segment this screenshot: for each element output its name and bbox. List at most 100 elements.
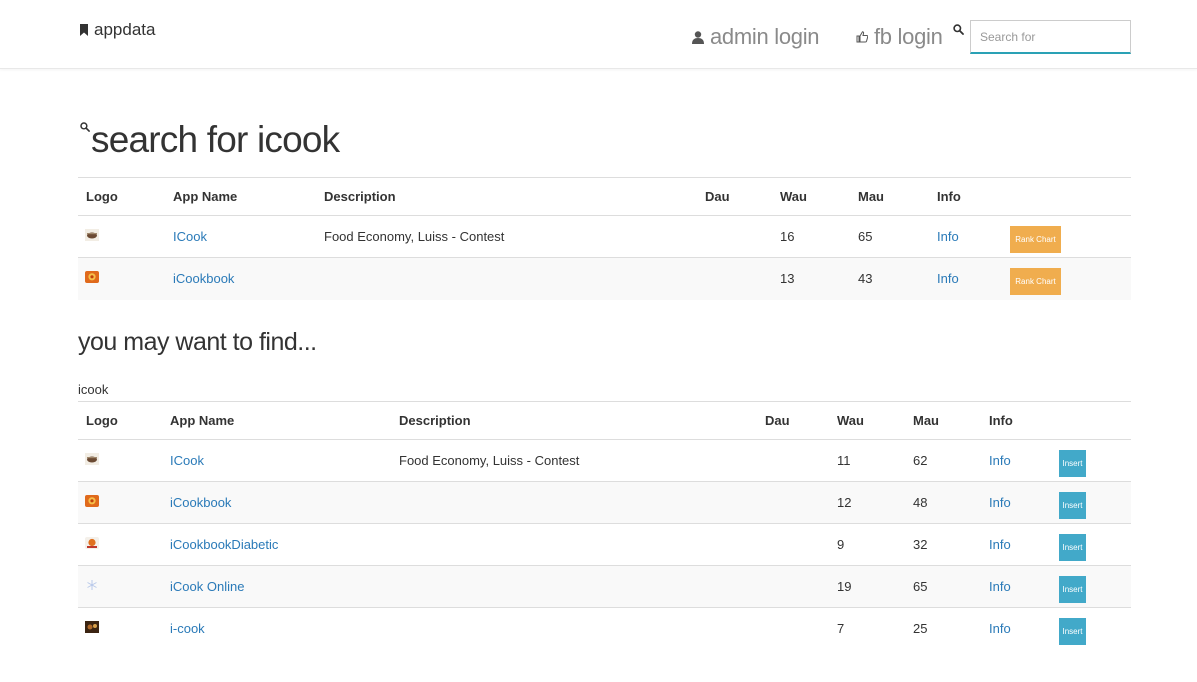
column-header: Wau — [772, 177, 850, 216]
search-icon — [953, 24, 964, 35]
fb-login-label: fb login — [874, 24, 943, 49]
info-link[interactable]: Info — [929, 215, 1002, 258]
column-header: Description — [316, 177, 697, 216]
app-name-link[interactable]: ICook — [162, 439, 391, 482]
column-header: Info — [981, 401, 1051, 440]
insert-button[interactable]: Insert — [1059, 617, 1086, 645]
column-header: Wau — [829, 401, 905, 440]
app-name-link[interactable]: iCookbook — [162, 481, 391, 524]
rank-chart-button[interactable]: Rank Chart — [1010, 225, 1061, 253]
table-row: i-cook 7 25 Info Insert — [78, 607, 1131, 650]
dau-cell — [697, 257, 772, 300]
app-name-link[interactable]: ICook — [165, 215, 316, 258]
brand-link[interactable]: appdata — [80, 20, 155, 40]
table-row: iCook Online 19 65 Info Insert — [78, 565, 1131, 608]
table-row: iCookbook 13 43 Info Rank Chart — [78, 257, 1131, 300]
table-row: iCookbook 12 48 Info Insert — [78, 481, 1131, 524]
fb-login-link[interactable]: fb login — [856, 24, 943, 50]
icookbook-diabetic-logo-icon — [85, 537, 99, 549]
search-results-table: Logo App Name Description Dau Wau Mau In… — [78, 177, 1131, 300]
column-header: Dau — [757, 401, 829, 440]
description-cell: Food Economy, Luiss - Contest — [316, 215, 697, 258]
insert-button[interactable]: Insert — [1059, 575, 1086, 603]
description-cell — [391, 565, 757, 608]
page-title: search for icook — [91, 119, 340, 160]
column-header: Description — [391, 401, 757, 440]
wau-cell: 9 — [829, 523, 905, 566]
insert-button[interactable]: Insert — [1059, 533, 1086, 561]
insert-button[interactable]: Insert — [1059, 449, 1086, 477]
table-header-row: Logo App Name Description Dau Wau Mau In… — [78, 177, 1131, 216]
brand-label: appdata — [94, 20, 156, 39]
dau-cell — [757, 607, 829, 650]
dau-cell — [757, 523, 829, 566]
app-name-link[interactable]: iCookbook — [165, 257, 316, 300]
column-header — [1002, 177, 1131, 216]
thumbs-up-icon — [856, 31, 868, 43]
column-header: Mau — [905, 401, 981, 440]
query-label: icook — [78, 382, 109, 397]
mau-cell: 48 — [905, 481, 981, 524]
mau-cell: 32 — [905, 523, 981, 566]
info-link[interactable]: Info — [929, 257, 1002, 300]
table-header-row: Logo App Name Description Dau Wau Mau In… — [78, 401, 1131, 440]
table-row: ICook Food Economy, Luiss - Contest 16 6… — [78, 215, 1131, 258]
admin-login-label: admin login — [710, 24, 820, 49]
search-input[interactable] — [970, 20, 1131, 54]
dau-cell — [697, 215, 772, 258]
wau-cell: 7 — [829, 607, 905, 650]
wau-cell: 13 — [772, 257, 850, 300]
dau-cell — [757, 565, 829, 608]
mau-cell: 65 — [905, 565, 981, 608]
description-cell — [316, 257, 697, 300]
bookmark-icon — [80, 24, 88, 36]
info-link[interactable]: Info — [981, 481, 1051, 524]
rank-chart-button[interactable]: Rank Chart — [1010, 267, 1061, 295]
admin-login-link[interactable]: admin login — [692, 24, 820, 50]
app-name-link[interactable]: iCook Online — [162, 565, 391, 608]
food-photo-logo-icon — [85, 621, 99, 634]
dau-cell — [757, 481, 829, 524]
dau-cell — [757, 439, 829, 482]
column-header: Mau — [850, 177, 929, 216]
column-header: App Name — [162, 401, 391, 440]
icookbook-logo-icon — [85, 271, 99, 284]
wau-cell: 16 — [772, 215, 850, 258]
wau-cell: 12 — [829, 481, 905, 524]
info-link[interactable]: Info — [981, 523, 1051, 566]
description-cell: Food Economy, Luiss - Contest — [391, 439, 757, 482]
suggestions-heading: you may want to find... — [78, 328, 317, 356]
wau-cell: 19 — [829, 565, 905, 608]
table-row: ICook Food Economy, Luiss - Contest 11 6… — [78, 439, 1131, 482]
column-header — [1051, 401, 1131, 440]
top-navbar: appdata admin login fb login — [0, 0, 1197, 69]
column-header: App Name — [165, 177, 316, 216]
description-cell — [391, 607, 757, 650]
column-header: Logo — [78, 177, 165, 216]
info-link[interactable]: Info — [981, 607, 1051, 650]
user-icon — [692, 30, 704, 44]
insert-button[interactable]: Insert — [1059, 491, 1086, 519]
mau-cell: 62 — [905, 439, 981, 482]
cooking-pot-icon — [85, 453, 99, 465]
mau-cell: 43 — [850, 257, 929, 300]
info-link[interactable]: Info — [981, 439, 1051, 482]
snowflake-logo-icon — [87, 580, 97, 590]
icookbook-logo-icon — [85, 495, 99, 507]
column-header: Logo — [78, 401, 162, 440]
page-heading: search for icook — [80, 118, 340, 162]
description-cell — [391, 523, 757, 566]
app-name-link[interactable]: iCookbookDiabetic — [162, 523, 391, 566]
suggestions-table: Logo App Name Description Dau Wau Mau In… — [78, 401, 1131, 650]
description-cell — [391, 481, 757, 524]
wau-cell: 11 — [829, 439, 905, 482]
column-header: Dau — [697, 177, 772, 216]
mau-cell: 65 — [850, 215, 929, 258]
info-link[interactable]: Info — [981, 565, 1051, 608]
mau-cell: 25 — [905, 607, 981, 650]
app-name-link[interactable]: i-cook — [162, 607, 391, 650]
cooking-pot-icon — [85, 229, 99, 241]
column-header: Info — [929, 177, 1002, 216]
table-row: iCookbookDiabetic 9 32 Info Insert — [78, 523, 1131, 566]
search-icon — [80, 122, 90, 132]
